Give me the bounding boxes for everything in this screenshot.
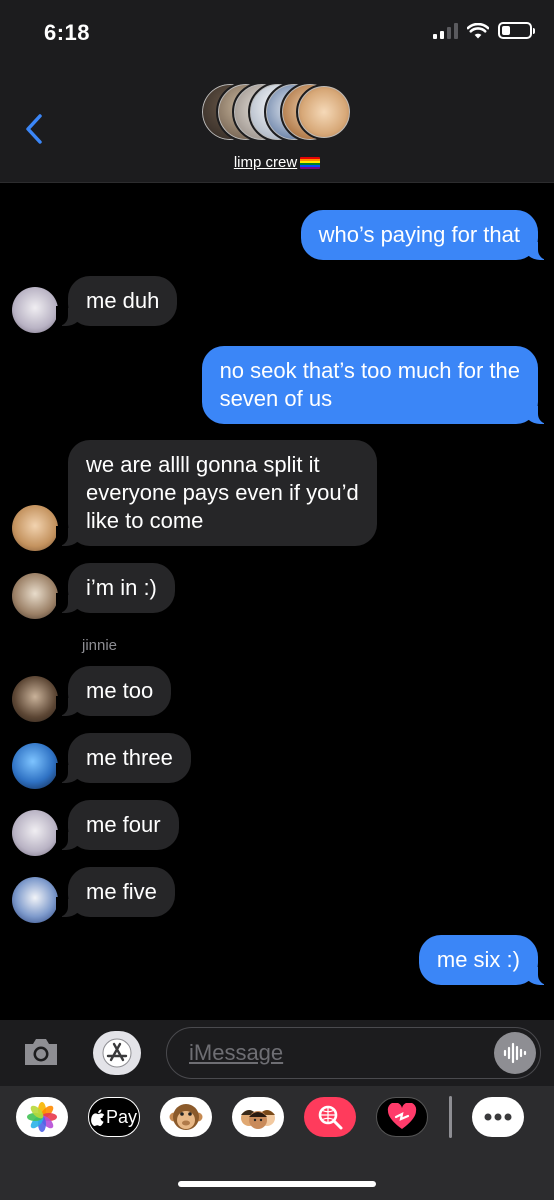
digital-touch-icon <box>387 1103 417 1129</box>
sender-avatar <box>12 287 58 333</box>
animoji-icon <box>169 1104 203 1130</box>
web-images-app-button[interactable] <box>304 1097 356 1137</box>
photos-icon <box>27 1102 57 1132</box>
apple-pay-icon: Pay <box>91 1107 137 1128</box>
back-chevron-icon[interactable] <box>22 112 46 146</box>
cellular-signal-icon <box>433 22 458 39</box>
message-input[interactable] <box>189 1040 469 1066</box>
status-indicators <box>433 22 535 39</box>
app-store-button[interactable] <box>93 1031 141 1075</box>
compose-bar <box>0 1020 554 1086</box>
app-store-icon <box>102 1038 132 1068</box>
conversation-header: 6:18 limp crew <box>0 0 554 183</box>
wifi-icon <box>467 22 489 38</box>
apple-logo-icon <box>91 1109 105 1126</box>
message-field[interactable] <box>166 1027 541 1079</box>
drawer-divider <box>449 1096 452 1138</box>
message-bubble-sent[interactable]: me six :) <box>418 935 551 985</box>
sender-avatar <box>12 743 58 789</box>
waveform-icon <box>503 1042 527 1064</box>
digital-touch-app-button[interactable] <box>376 1097 428 1137</box>
group-avatar-stack[interactable] <box>200 82 356 144</box>
memoji-app-button[interactable] <box>232 1097 284 1137</box>
sender-avatar <box>12 505 58 551</box>
sender-avatar <box>12 877 58 923</box>
battery-level <box>502 26 510 35</box>
sender-avatar <box>12 573 58 619</box>
rainbow-flag-icon <box>300 157 321 170</box>
imessage-app-drawer: Pay <box>0 1086 554 1200</box>
message-bubble-received[interactable]: me duh <box>55 276 178 326</box>
apple-pay-app-button[interactable]: Pay <box>88 1097 140 1137</box>
battery-icon <box>498 22 535 39</box>
audio-message-button[interactable] <box>494 1032 536 1074</box>
animoji-app-button[interactable] <box>160 1097 212 1137</box>
member-avatar <box>296 84 352 140</box>
more-icon <box>484 1113 512 1121</box>
message-bubble-sent[interactable]: no seok that’s too much for the seven of… <box>201 346 551 424</box>
home-indicator[interactable] <box>178 1181 376 1187</box>
sender-avatar <box>12 676 58 722</box>
message-bubble-received[interactable]: i’m in :) <box>56 563 175 613</box>
more-apps-button[interactable] <box>472 1097 524 1137</box>
message-bubble-received[interactable]: me three <box>56 733 191 783</box>
group-name-label: limp crew <box>233 154 298 171</box>
message-bubble-sent[interactable]: who’s paying for that <box>300 210 551 260</box>
sender-name: jinnie <box>82 637 118 654</box>
message-bubble-received[interactable]: we are allll gonna split it everyone pay… <box>56 440 377 546</box>
group-name[interactable]: limp crew <box>0 154 554 171</box>
message-bubble-received[interactable]: me four <box>56 800 179 850</box>
message-bubble-received[interactable]: me five <box>56 867 175 917</box>
photos-app-button[interactable] <box>16 1097 68 1137</box>
web-images-search-icon <box>318 1105 343 1130</box>
apple-pay-label: Pay <box>105 1106 138 1127</box>
status-time: 6:18 <box>44 20 91 45</box>
camera-icon[interactable] <box>22 1036 60 1068</box>
sender-avatar <box>12 810 58 856</box>
memoji-icon <box>241 1110 275 1129</box>
message-bubble-received[interactable]: me too <box>55 666 172 716</box>
